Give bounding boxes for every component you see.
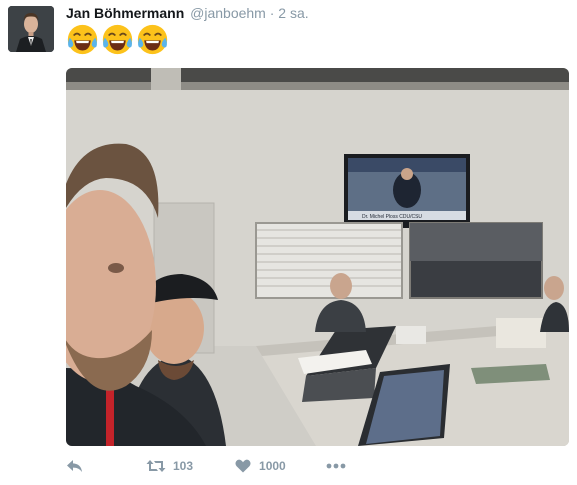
separator: · — [269, 5, 275, 21]
tears-of-joy-icon — [102, 24, 133, 55]
heart-icon — [235, 459, 251, 473]
tweet-actions: 103 1000 — [66, 455, 346, 477]
like-button[interactable]: 1000 — [235, 459, 286, 473]
tv-caption: Dr. Michel Ploss CDU/CSU — [362, 214, 422, 220]
tears-of-joy-icon — [137, 24, 168, 55]
more-button[interactable] — [326, 463, 346, 469]
more-icon — [326, 463, 346, 469]
author-name[interactable]: Jan Böhmermann — [66, 5, 184, 21]
like-count: 1000 — [259, 459, 286, 473]
retweet-icon — [146, 460, 166, 472]
retweet-count: 103 — [173, 459, 194, 473]
timestamp[interactable]: 2 sa. — [278, 5, 308, 21]
retweet-button[interactable]: 103 — [146, 459, 193, 473]
author-handle[interactable]: @janboehm — [190, 5, 266, 21]
tears-of-joy-icon — [67, 24, 98, 55]
tweet-text — [66, 23, 169, 57]
tweet: Jan Böhmermann @janboehm · 2 sa. Dr. Mic… — [0, 0, 577, 485]
tweet-header: Jan Böhmermann @janboehm · 2 sa. — [66, 4, 309, 22]
avatar-image — [8, 6, 54, 52]
avatar[interactable] — [8, 6, 54, 52]
reply-button[interactable] — [66, 459, 86, 473]
office-selfie-photo: Dr. Michel Ploss CDU/CSU — [66, 68, 569, 446]
reply-icon — [67, 460, 82, 472]
tweet-photo[interactable]: Dr. Michel Ploss CDU/CSU — [66, 68, 569, 446]
